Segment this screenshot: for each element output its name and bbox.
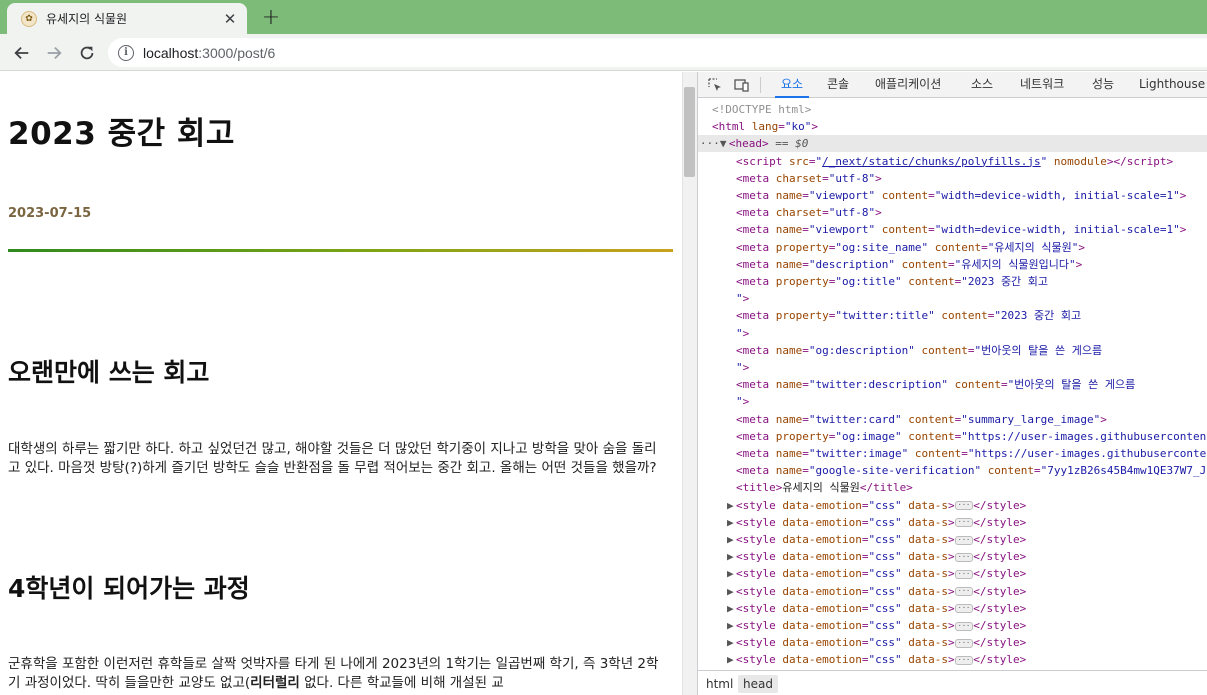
new-tab-button[interactable]: +	[259, 5, 283, 30]
style-node-line[interactable]: ▶ <style data-emotion="css" data-s> ··· </s…	[698, 497, 1207, 514]
post-date: 2023-07-15	[8, 206, 92, 221]
devtools-tabbar: 요소 콘솔 애플리케이션 소스 네트워크 성능 Lighthouse	[698, 72, 1207, 98]
back-arrow-icon[interactable]	[9, 40, 35, 66]
inspect-element-icon[interactable]	[706, 76, 724, 94]
device-toolbar-icon[interactable]	[733, 76, 751, 94]
tab-strip: ✿ 유세지의 식물원 ✕ +	[0, 0, 1207, 34]
meta-node-line[interactable]: <meta charset="utf-8">	[698, 170, 1207, 187]
style-node-line[interactable]: ▶ <style data-emotion="css" data-s> ··· </s…	[698, 600, 1207, 617]
meta-node-line-end[interactable]: ">	[698, 359, 1207, 376]
forward-arrow-icon[interactable]	[41, 40, 67, 66]
meta-node-line[interactable]: <meta property="twitter:title" content="…	[698, 307, 1207, 324]
meta-node-line-end[interactable]: ">	[698, 325, 1207, 342]
meta-node-line[interactable]: <meta property="og:image" content="https…	[698, 428, 1207, 445]
devtools-tab-6[interactable]: Lighthouse	[1139, 72, 1205, 98]
style-node-line[interactable]: ▶ <style data-emotion="css" data-s> ··· </s…	[698, 634, 1207, 651]
meta-node-line[interactable]: <meta name="twitter:description" content…	[698, 376, 1207, 393]
title-node-line[interactable]: <title>유세지의 식물원</title>	[698, 479, 1207, 496]
section-heading: 오랜만에 쓰는 회고	[8, 358, 210, 387]
meta-node-line[interactable]: <meta charset="utf-8">	[698, 204, 1207, 221]
style-node-line[interactable]: ▶ <style data-emotion="css" data-s> ··· </s…	[698, 651, 1207, 668]
head-node-line[interactable]: ···▼ <head> == $0	[698, 135, 1207, 153]
close-tab-icon[interactable]: ✕	[221, 10, 239, 28]
title-divider	[8, 249, 673, 252]
meta-node-line[interactable]: <meta name="twitter:card" content="summa…	[698, 411, 1207, 428]
devtools-tab-1[interactable]: 콘솔	[827, 72, 849, 98]
reload-icon[interactable]	[74, 40, 100, 66]
style-node-line[interactable]: ▶ <style data-emotion="css" data-s> ··· </s…	[698, 531, 1207, 548]
breadcrumb-html[interactable]: html	[701, 675, 738, 693]
paragraph-text: 없다. 다른 학교들에 비해 개설된 교	[299, 675, 504, 691]
browser-tab[interactable]: ✿ 유세지의 식물원 ✕	[7, 3, 247, 34]
meta-node-line[interactable]: <meta property="og:title" content="2023 …	[698, 273, 1207, 290]
section-paragraph: 대학생의 하루는 짧기만 하다. 하고 싶었던건 많고, 해야할 것들은 더 많…	[8, 441, 657, 476]
meta-node-line-end[interactable]: ">	[698, 393, 1207, 410]
meta-node-line[interactable]: <meta property="og:site_name" content="유…	[698, 239, 1207, 256]
tab-title: 유세지의 식물원	[46, 12, 128, 26]
style-node-line[interactable]: ▶ <style data-emotion="css" data-s> ··· </s…	[698, 565, 1207, 582]
html-node-line[interactable]: <html lang="ko">	[698, 118, 1207, 135]
meta-node-line[interactable]: <meta name="twitter:image" content="http…	[698, 445, 1207, 462]
style-node-line[interactable]: ▶ <style data-emotion="css" data-s> ··· </s…	[698, 583, 1207, 600]
devtools-tab-0[interactable]: 요소	[774, 72, 810, 98]
post-title: 2023 중간 회고	[8, 116, 235, 152]
devtools-tab-5[interactable]: 성능	[1092, 72, 1114, 98]
meta-node-line[interactable]: <meta name="viewport" content="width=dev…	[698, 221, 1207, 238]
style-node-line[interactable]: ▶ <style data-emotion="css" data-s> ··· </s…	[698, 514, 1207, 531]
breadcrumb-head[interactable]: head	[738, 675, 778, 693]
meta-node-line[interactable]: <meta name="viewport" content="width=dev…	[698, 187, 1207, 204]
browser-toolbar: i localhost:3000/post/6	[0, 34, 1207, 71]
page-viewport: 2023 중간 회고 2023-07-15 오랜만에 쓰는 회고 대학생의 하루…	[0, 72, 682, 695]
section-paragraph: 군휴학을 포함한 이런저런 휴학들로 살짝 엇박자를 타게 된 나에게 2023…	[8, 655, 668, 693]
script-node-line[interactable]: <script src="/_next/static/chunks/polyfi…	[698, 153, 1207, 170]
meta-node-line-end[interactable]: ">	[698, 290, 1207, 307]
devtools-panel: 요소 콘솔 애플리케이션 소스 네트워크 성능 Lighthouse <!DOCTYPE h…	[697, 72, 1207, 695]
paragraph-bold-text: 리터럴리	[250, 675, 300, 691]
site-info-icon[interactable]: i	[118, 44, 134, 61]
doctype-line[interactable]: <!DOCTYPE html>	[698, 101, 1207, 118]
section-heading: 4학년이 되어가는 과정	[8, 574, 250, 603]
devtools-tab-4[interactable]: 네트워크	[1020, 72, 1064, 98]
plant-favicon-icon: ✿	[21, 10, 37, 27]
devtools-tab-3[interactable]: 소스	[971, 72, 993, 98]
toolbar-separator	[760, 77, 761, 93]
page-scrollbar-thumb[interactable]	[684, 87, 695, 177]
meta-node-line[interactable]: <meta name="description" content="유세지의 식…	[698, 256, 1207, 273]
breadcrumb: html head	[698, 670, 1207, 695]
url-text: localhost:3000/post/6	[143, 45, 275, 61]
url-host: localhost	[143, 44, 199, 61]
address-bar[interactable]: i localhost:3000/post/6	[108, 38, 1207, 67]
meta-node-line[interactable]: <meta name="google-site-verification" co…	[698, 462, 1207, 479]
style-node-line[interactable]: ▶ <style data-emotion="css" data-s> ··· </s…	[698, 548, 1207, 565]
devtools-tab-2[interactable]: 애플리케이션	[875, 72, 941, 98]
url-path: :3000/post/6	[198, 44, 276, 61]
elements-tree: <!DOCTYPE html> <html lang="ko"> ···▼ <head…	[698, 99, 1207, 670]
meta-node-line[interactable]: <meta name="og:description" content="번아웃…	[698, 342, 1207, 359]
style-node-line[interactable]: ▶ <style data-emotion="css" data-s> ··· </s…	[698, 617, 1207, 634]
